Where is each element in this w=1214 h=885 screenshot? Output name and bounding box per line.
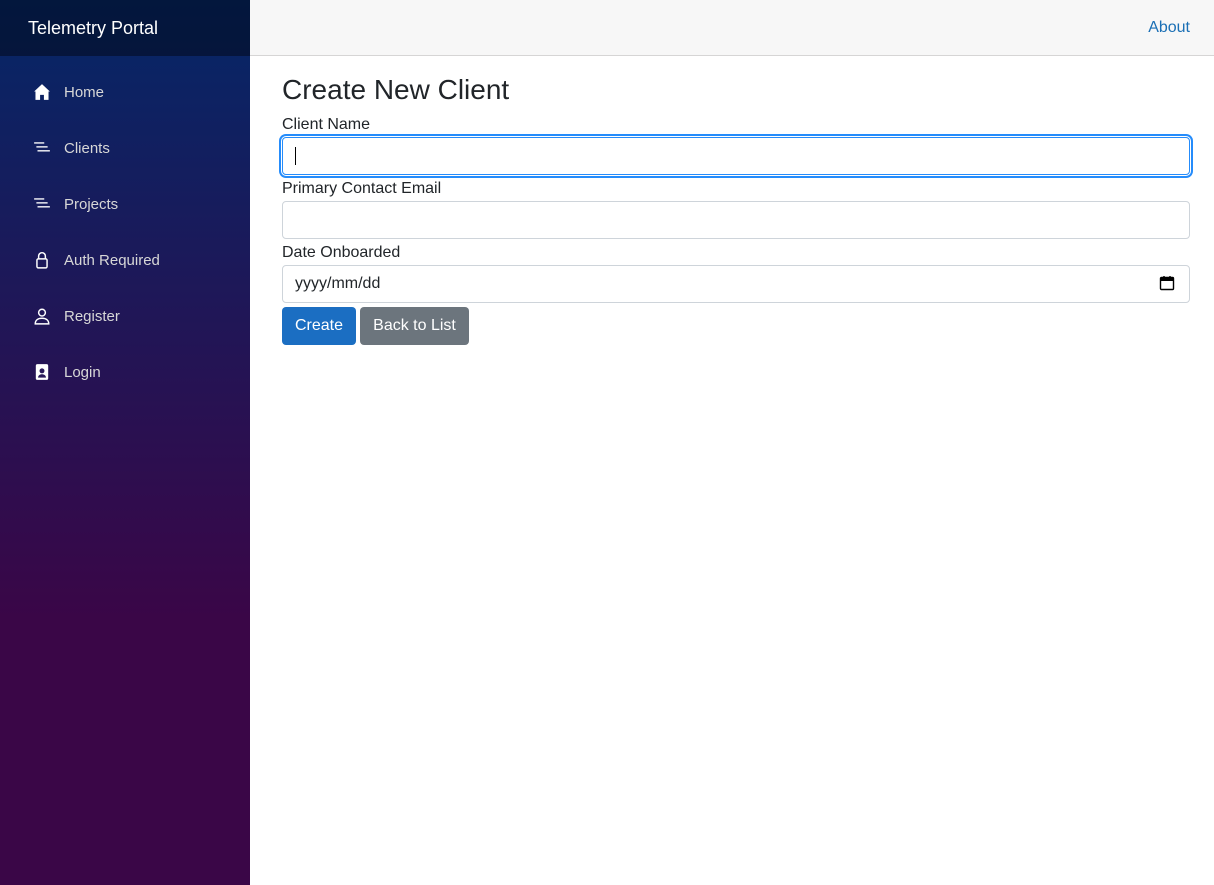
calendar-icon[interactable] <box>1159 275 1177 293</box>
form-actions: Create Back to List <box>282 307 1190 345</box>
sidebar-item-home[interactable]: Home <box>16 68 234 116</box>
date-onboarded-label: Date Onboarded <box>282 244 401 261</box>
client-name-label: Client Name <box>282 116 371 133</box>
sidebar-item-label: Login <box>64 363 101 381</box>
list-icon <box>32 138 52 158</box>
sidebar-item-label: Register <box>64 307 120 325</box>
sidebar-item-login[interactable]: Login <box>16 348 234 396</box>
date-onboarded-input[interactable]: yyyy/mm/dd <box>282 265 1190 303</box>
brand-bar: Telemetry Portal <box>0 0 250 56</box>
page-title: Create New Client <box>282 74 510 105</box>
sidebar-item-label: Projects <box>64 195 119 213</box>
person-icon <box>32 306 52 326</box>
sidebar: Telemetry Portal Home Clients Projects A… <box>0 0 250 885</box>
sidebar-item-auth-required[interactable]: Auth Required <box>16 236 234 284</box>
email-input[interactable] <box>282 201 1190 239</box>
top-row: About <box>250 0 1214 56</box>
sidebar-item-label: Clients <box>64 139 110 157</box>
lock-icon <box>32 250 52 270</box>
date-placeholder: yyyy/mm/dd <box>295 275 381 292</box>
sidebar-item-label: Auth Required <box>64 251 160 269</box>
person-badge-icon <box>32 362 52 382</box>
brand-link[interactable]: Telemetry Portal <box>28 18 158 39</box>
list-icon <box>32 194 52 214</box>
text-caret <box>295 147 296 165</box>
sidebar-nav: Home Clients Projects Auth Required Regi… <box>0 56 250 396</box>
email-label: Primary Contact Email <box>282 180 442 197</box>
sidebar-item-register[interactable]: Register <box>16 292 234 340</box>
create-button[interactable]: Create <box>282 307 356 345</box>
sidebar-item-label: Home <box>64 83 105 101</box>
about-link[interactable]: About <box>1148 19 1190 37</box>
main-content: Create New Client Client Name Primary Co… <box>282 56 1190 345</box>
client-name-input[interactable] <box>282 137 1190 175</box>
sidebar-item-clients[interactable]: Clients <box>16 124 234 172</box>
back-to-list-button[interactable]: Back to List <box>360 307 469 345</box>
home-icon <box>32 82 52 102</box>
sidebar-item-projects[interactable]: Projects <box>16 180 234 228</box>
